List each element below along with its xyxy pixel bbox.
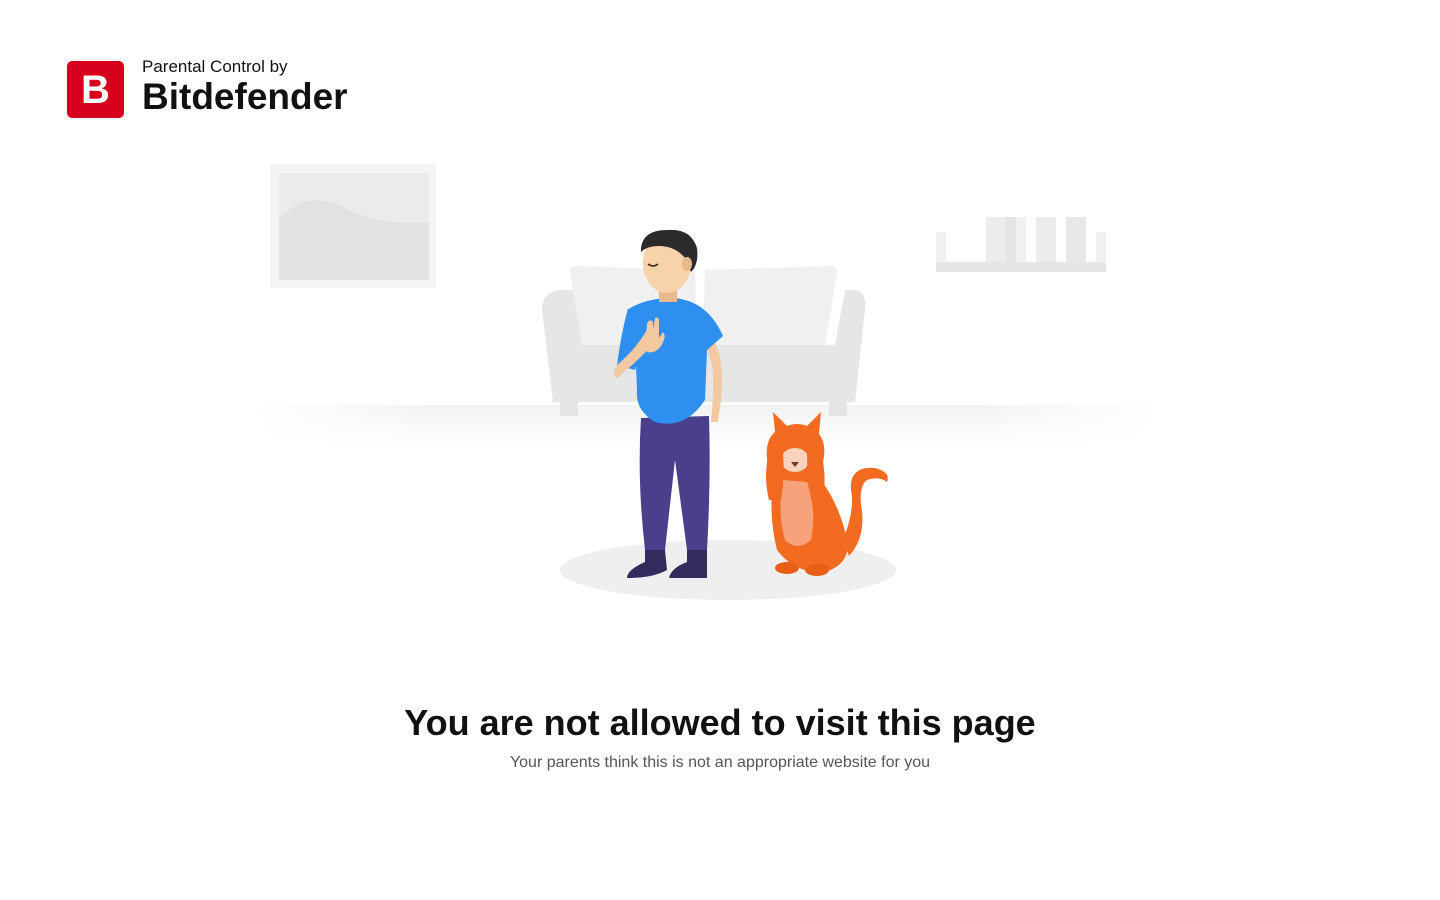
page-title: You are not allowed to visit this page: [404, 702, 1036, 743]
wall-picture-frame: [270, 164, 436, 288]
boy-and-cat-illustration: [255, 164, 1155, 600]
brand-name: Bitdefender: [142, 75, 348, 117]
brand-header: B Parental Control by Bitdefender: [67, 57, 348, 118]
brand-tagline: Parental Control by: [142, 56, 288, 76]
bitdefender-logo-icon: B: [67, 61, 124, 118]
block-message: You are not allowed to visit this page Y…: [0, 700, 1440, 773]
page-subtitle: Your parents think this is not an approp…: [509, 754, 931, 771]
brand-text: Parental Control by Bitdefender: [142, 57, 348, 117]
blocked-page: B Parental Control by Bitdefender You ar…: [0, 0, 1440, 900]
shelf-with-books: [936, 217, 1106, 272]
